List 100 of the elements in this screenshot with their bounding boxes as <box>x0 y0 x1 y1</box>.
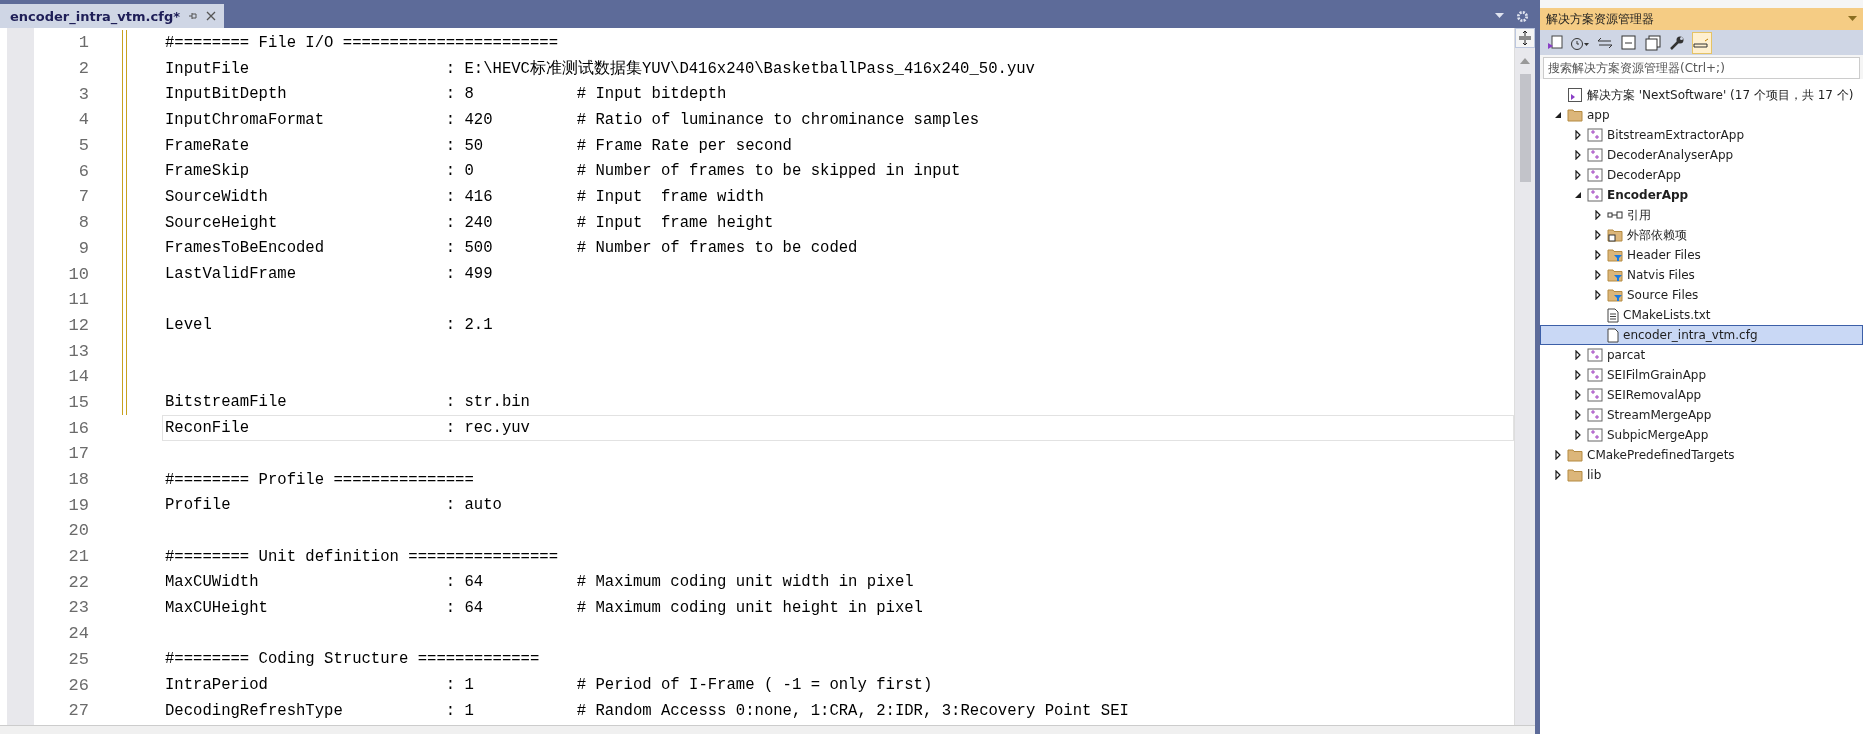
close-icon[interactable] <box>206 11 216 21</box>
code-line: #======== Coding Structure ============= <box>164 650 540 669</box>
tree-item[interactable]: lib <box>1540 465 1863 485</box>
collapse-all-icon <box>1621 34 1637 51</box>
item-label: lib <box>1587 468 1602 482</box>
project-icon <box>1587 348 1603 362</box>
scroll-thumb[interactable] <box>1519 74 1531 182</box>
expand-arrow-icon[interactable] <box>1573 410 1583 420</box>
line-number: 14 <box>67 367 89 387</box>
toolbar-button[interactable] <box>1620 32 1638 53</box>
code-line: LastValidFrame : 499 <box>164 265 493 284</box>
code-line: Profile : auto <box>164 496 502 515</box>
reference-icon <box>1607 210 1623 220</box>
line-number: 1 <box>77 33 89 53</box>
project-icon <box>1587 148 1603 162</box>
collapse-arrow-icon[interactable] <box>1553 110 1563 120</box>
tree-item[interactable]: BitstreamExtractorApp <box>1540 125 1863 145</box>
expand-arrow-icon[interactable] <box>1573 370 1583 380</box>
code-line: DecodingRefreshType : 1 # Random Accesss 0:none, 1:CRA, 2:IDR, 3:Recovery Point SEI <box>164 701 1129 720</box>
project-icon <box>1587 428 1603 442</box>
item-label: app <box>1587 108 1610 122</box>
split-button[interactable] <box>1515 28 1535 48</box>
expand-arrow-icon[interactable] <box>1593 270 1603 280</box>
item-label: DecoderAnalyserApp <box>1607 148 1734 162</box>
tree-item[interactable]: encoder_intra_vtm.cfg <box>1540 325 1863 345</box>
code-line: FramesToBeEncoded : 500 # Number of frames to be coded <box>164 239 858 258</box>
code-line: SourceHeight : 240 # Input frame height <box>164 213 774 232</box>
item-label: 外部依赖项 <box>1627 226 1687 244</box>
expand-arrow-icon[interactable] <box>1573 430 1583 440</box>
dropdown-icon[interactable] <box>1495 13 1504 19</box>
tree-item[interactable]: Header Files <box>1540 245 1863 265</box>
line-number: 10 <box>67 264 89 284</box>
tree-item[interactable]: CMakeLists.txt <box>1540 305 1863 325</box>
tree-item[interactable]: StreamMergeApp <box>1540 405 1863 425</box>
line-number: 3 <box>77 84 89 104</box>
line-number: 4 <box>77 110 89 130</box>
code-line: #======== Profile =============== <box>164 470 474 489</box>
line-number: 16 <box>67 418 89 438</box>
tree-item[interactable]: app <box>1540 105 1863 125</box>
file-icon <box>1607 327 1619 343</box>
line-number: 6 <box>77 161 89 181</box>
folder-icon <box>1567 108 1583 122</box>
line-number: 11 <box>67 290 89 310</box>
line-number: 13 <box>67 341 89 361</box>
line-number: 12 <box>67 315 89 335</box>
project-icon <box>1587 408 1603 422</box>
dropdown-icon[interactable] <box>1848 16 1857 22</box>
expand-arrow-icon[interactable] <box>1593 250 1603 260</box>
tree-item[interactable]: 引用 <box>1540 205 1863 225</box>
tree-item[interactable]: DecoderApp <box>1540 165 1863 185</box>
expand-arrow-icon[interactable] <box>1593 210 1603 220</box>
expand-arrow-icon[interactable] <box>1593 230 1603 240</box>
settings-icon[interactable] <box>1516 9 1529 23</box>
expand-arrow-icon[interactable] <box>1553 470 1563 480</box>
line-number: 24 <box>67 624 89 644</box>
pin-icon[interactable] <box>188 11 198 21</box>
toolbar-button[interactable] <box>1644 32 1662 53</box>
code-line: MaxCUHeight : 64 # Maximum coding unit height in pixel <box>164 598 923 617</box>
code-line: BitstreamFile : str.bin <box>164 393 530 412</box>
text-file-icon <box>1607 307 1619 323</box>
solution-icon <box>1547 34 1563 51</box>
expand-arrow-icon[interactable] <box>1593 290 1603 300</box>
split-icon <box>1519 31 1531 45</box>
preview-icon <box>1693 36 1711 49</box>
expand-arrow-icon[interactable] <box>1573 350 1583 360</box>
line-number: 25 <box>67 649 89 669</box>
document-tab[interactable]: encoder_intra_vtm.cfg* <box>0 4 224 28</box>
copy-icon <box>1645 34 1661 51</box>
expand-arrow-icon[interactable] <box>1573 130 1583 140</box>
expand-arrow-icon[interactable] <box>1553 450 1563 460</box>
tree-item[interactable]: parcat <box>1540 345 1863 365</box>
item-label: CMakePredefinedTargets <box>1587 448 1735 462</box>
tree-item[interactable]: Source Files <box>1540 285 1863 305</box>
collapse-arrow-icon[interactable] <box>1573 190 1583 200</box>
tree-item[interactable]: DecoderAnalyserApp <box>1540 145 1863 165</box>
item-label: SEIRemovalApp <box>1607 388 1702 402</box>
item-label: SEIFilmGrainApp <box>1607 368 1707 382</box>
tree-item[interactable]: 解决方案 'NextSoftware' (17 个项目，共 17 个) <box>1540 85 1863 105</box>
item-label: 解决方案 'NextSoftware' (17 个项目，共 17 个) <box>1587 86 1854 104</box>
code-line: Level : 2.1 <box>164 316 493 335</box>
folder-icon <box>1567 468 1583 482</box>
tree-item[interactable]: Natvis Files <box>1540 265 1863 285</box>
code-line: SourceWidth : 416 # Input frame width <box>164 187 764 206</box>
panel-title: 解决方案资源管理器 <box>1546 10 1654 28</box>
tree-item[interactable]: CMakePredefinedTargets <box>1540 445 1863 465</box>
search-field[interactable]: 搜索解决方案资源管理器(Ctrl+;) <box>1543 57 1860 79</box>
expand-arrow-icon[interactable] <box>1573 170 1583 180</box>
folder-icon <box>1567 448 1583 462</box>
item-label: Source Files <box>1627 288 1699 302</box>
tree-item[interactable]: EncoderApp <box>1540 185 1863 205</box>
tree-item[interactable]: SEIFilmGrainApp <box>1540 365 1863 385</box>
expand-arrow-icon[interactable] <box>1573 150 1583 160</box>
line-number: 19 <box>67 495 89 515</box>
expand-arrow-icon[interactable] <box>1573 390 1583 400</box>
tree-item[interactable]: SubpicMergeApp <box>1540 425 1863 445</box>
sync-arrows-icon <box>1597 36 1613 49</box>
tree-item[interactable]: SEIRemovalApp <box>1540 385 1863 405</box>
line-number: 20 <box>67 521 89 541</box>
item-label: encoder_intra_vtm.cfg <box>1623 328 1758 342</box>
tree-item[interactable]: 外部依赖项 <box>1540 225 1863 245</box>
